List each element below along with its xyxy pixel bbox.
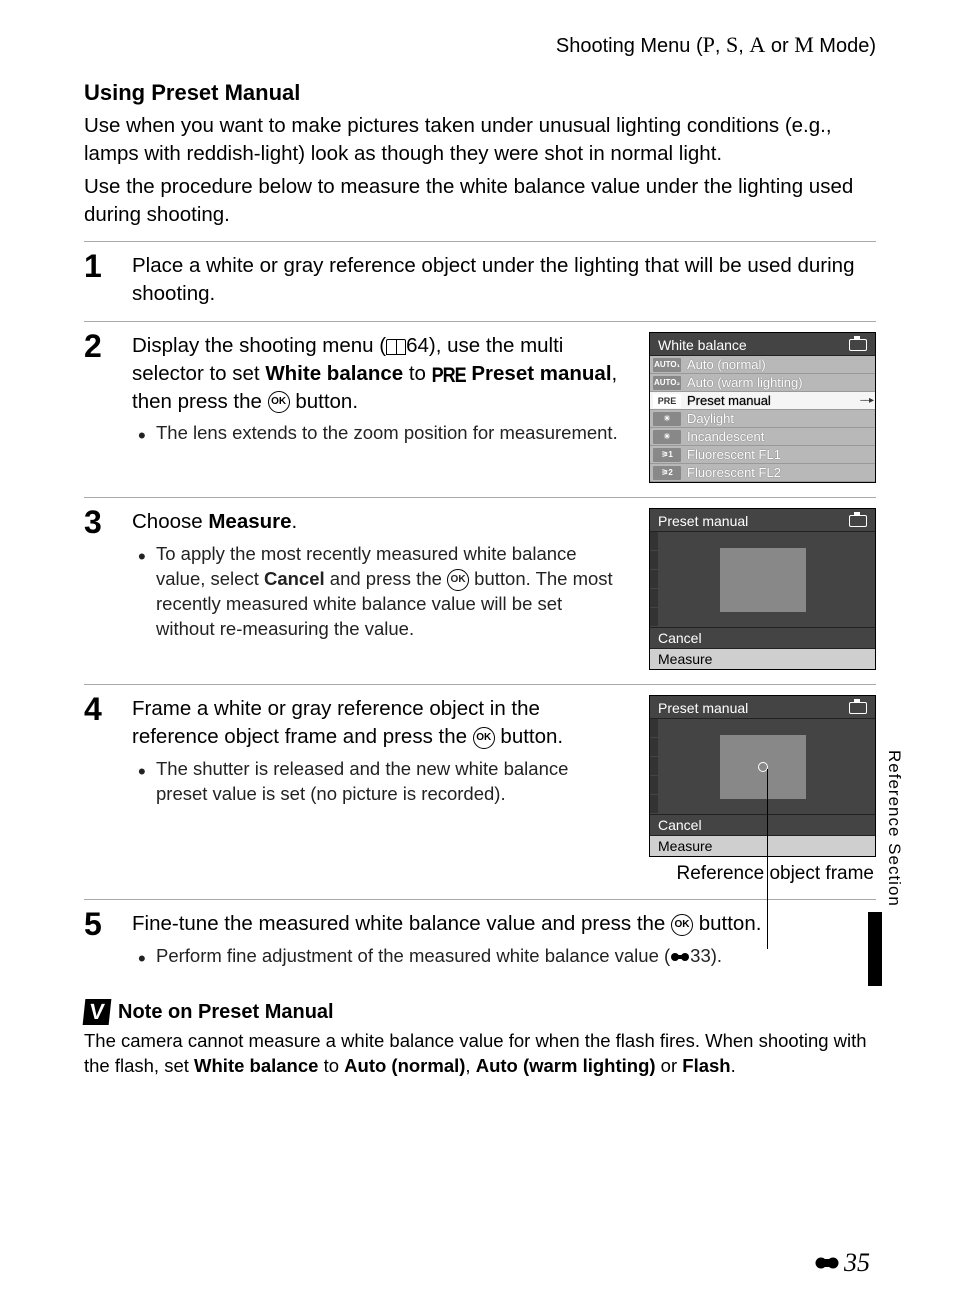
note-text: The camera cannot measure a white balanc…: [84, 1029, 876, 1079]
step-bullet: The shutter is released and the new whit…: [156, 757, 623, 807]
target-icon: [758, 762, 768, 772]
step-3: 3 Choose Measure. To apply the most rece…: [84, 497, 876, 684]
ok-icon: OK: [268, 391, 290, 413]
wb-option: Fluorescent FL2: [687, 465, 781, 480]
warning-icon: V: [83, 999, 112, 1025]
screen-title: White balance: [658, 337, 747, 353]
preview-box: [720, 548, 806, 612]
wb-menu-screenshot: White balance AUTO₁ Auto (normal) AUTO₂ Au…: [649, 332, 876, 483]
thumb-index: [868, 912, 882, 986]
measure-option: Measure: [650, 648, 875, 669]
crossref-icon: [814, 1255, 840, 1271]
step-5: 5 Fine-tune the measured white balance v…: [84, 899, 876, 985]
auto-icon: AUTO₁: [653, 358, 681, 372]
book-icon: [386, 339, 406, 355]
ok-icon: OK: [473, 727, 495, 749]
fluorescent-icon: ⚞2: [653, 466, 681, 480]
step-head: Choose Measure.: [132, 508, 623, 536]
figure-caption: Reference object frame: [649, 863, 874, 885]
step-4: 4 Frame a white or gray reference object…: [84, 684, 876, 899]
camera-icon: [849, 702, 867, 714]
page-header: Shooting Menu (P, S, A or M Mode): [84, 32, 876, 58]
screen-title: Preset manual: [658, 513, 748, 529]
intro-paragraph: Use the procedure below to measure the w…: [84, 173, 876, 230]
measure-option: Measure: [650, 835, 875, 856]
pre-icon: PRE: [432, 360, 466, 389]
step-bullet: To apply the most recently measured whit…: [156, 542, 623, 642]
cancel-option: Cancel: [650, 627, 875, 648]
arrow-icon: – – ▸: [860, 395, 872, 406]
ok-icon: OK: [671, 914, 693, 936]
side-tab: Reference Section: [884, 750, 904, 907]
page-number: 35: [814, 1248, 870, 1278]
camera-icon: [849, 515, 867, 527]
step-bullet: Perform fine adjustment of the measured …: [156, 944, 876, 969]
wb-option-selected: Preset manual: [687, 393, 771, 408]
step-head: Frame a white or gray reference object i…: [132, 695, 623, 750]
auto-icon: AUTO₂: [653, 376, 681, 390]
step-2: 2 Display the shooting menu (64), use th…: [84, 321, 876, 497]
ok-icon: OK: [447, 569, 469, 591]
wb-option: Fluorescent FL1: [687, 447, 781, 462]
step-1: 1 Place a white or gray reference object…: [84, 241, 876, 321]
step-number: 4: [84, 693, 114, 725]
preset-manual-screenshot: Preset manual Cancel Measure: [649, 695, 876, 857]
cancel-option: Cancel: [650, 814, 875, 835]
wb-option: Daylight: [687, 411, 734, 426]
step-head: Place a white or gray reference object u…: [132, 252, 876, 307]
intro-paragraph: Use when you want to make pictures taken…: [84, 112, 876, 169]
note-title: Note on Preset Manual: [118, 1001, 334, 1024]
sun-icon: ☀: [653, 412, 681, 426]
bulb-icon: ☀: [653, 430, 681, 444]
screen-title: Preset manual: [658, 700, 748, 716]
step-head: Fine-tune the measured white balance val…: [132, 910, 876, 938]
step-number: 5: [84, 908, 114, 940]
preset-manual-screenshot: Preset manual Cancel Measure: [649, 508, 876, 670]
section-title: Using Preset Manual: [84, 80, 876, 106]
note-block: V Note on Preset Manual The camera canno…: [84, 999, 876, 1079]
wb-option: Auto (normal): [687, 357, 766, 372]
wb-option: Auto (warm lighting): [687, 375, 803, 390]
camera-icon: [849, 339, 867, 351]
crossref-icon: [670, 950, 690, 964]
wb-option: Incandescent: [687, 429, 764, 444]
fluorescent-icon: ⚞1: [653, 448, 681, 462]
step-head: Display the shooting menu (64), use the …: [132, 332, 623, 415]
step-number: 1: [84, 250, 114, 282]
pre-icon: PRE: [653, 394, 681, 408]
step-bullet: The lens extends to the zoom position fo…: [156, 421, 623, 446]
step-number: 3: [84, 506, 114, 538]
step-number: 2: [84, 330, 114, 362]
